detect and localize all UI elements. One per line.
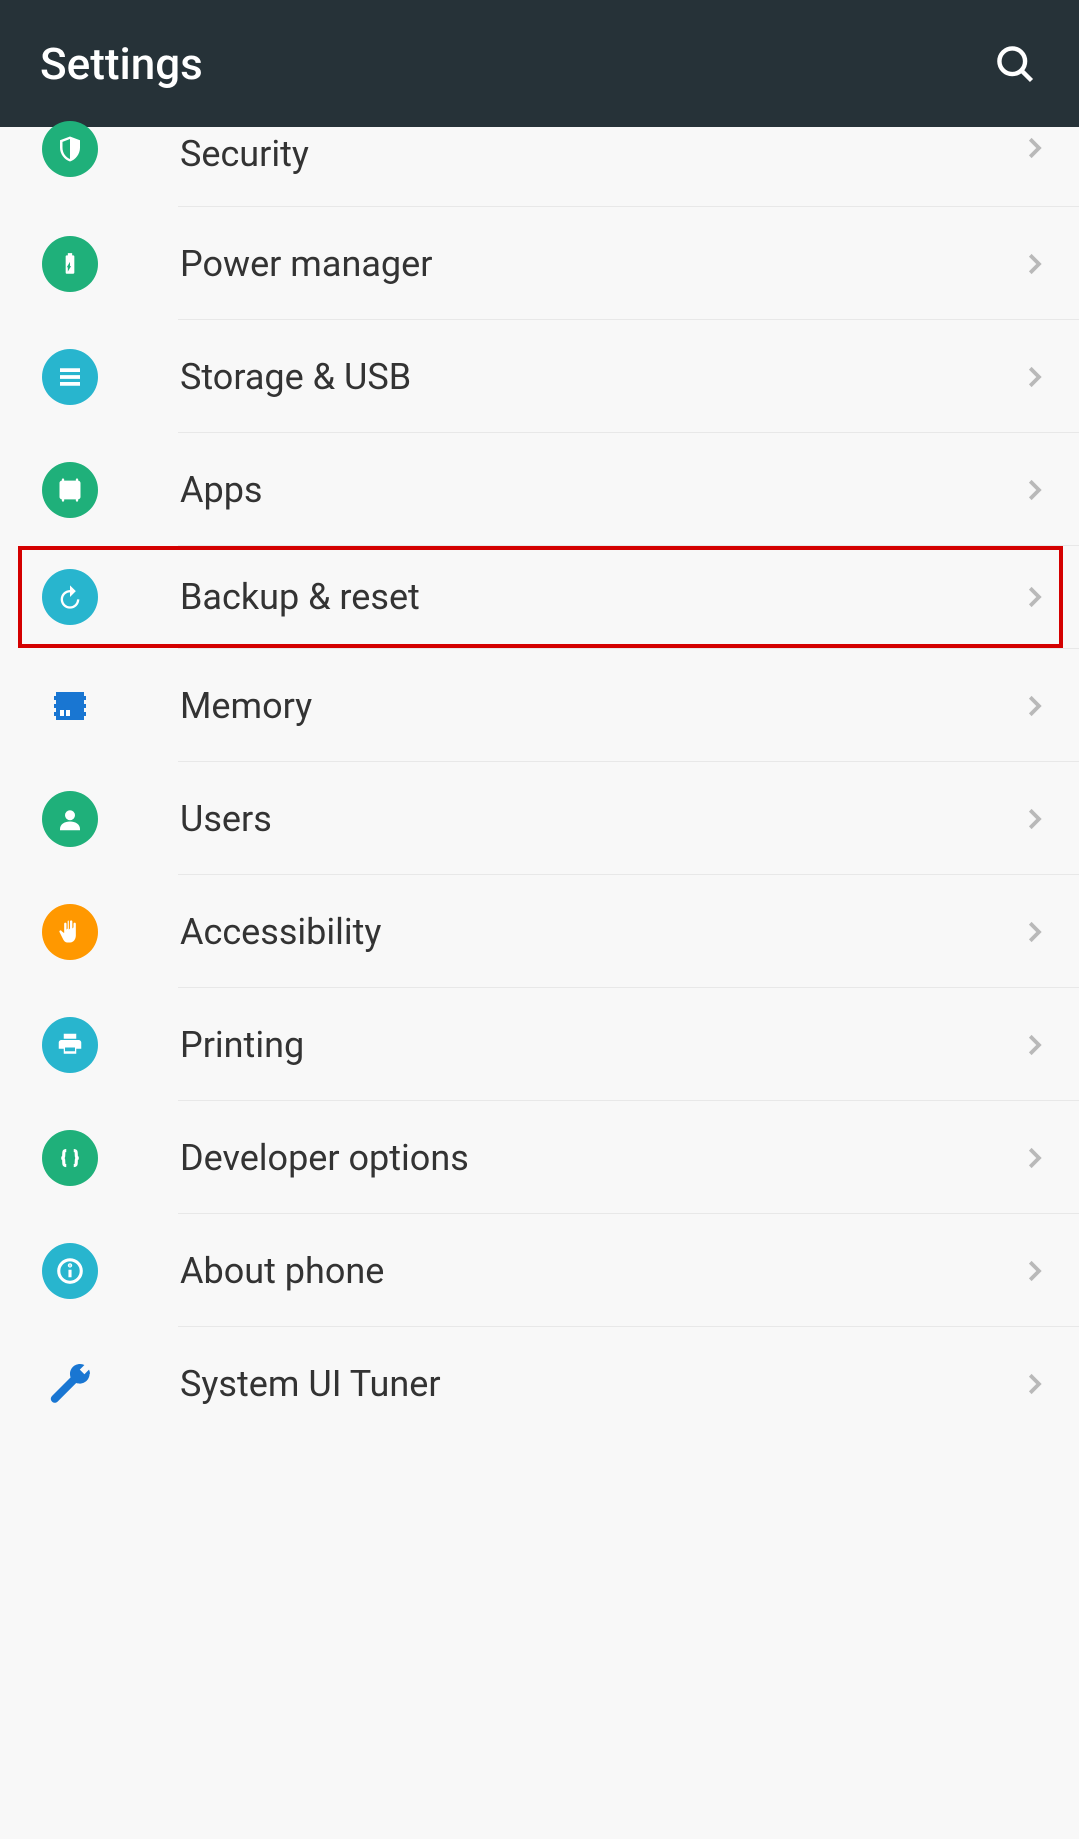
settings-list: Security Power manager Storage & USB App… — [0, 127, 1079, 1440]
item-printing[interactable]: Printing — [0, 988, 1079, 1101]
battery-icon — [42, 236, 98, 292]
chevron-right-icon — [1019, 691, 1049, 721]
chevron-right-icon — [1019, 362, 1049, 392]
user-icon — [42, 791, 98, 847]
item-label: Printing — [180, 1024, 1019, 1066]
item-label: Power manager — [180, 243, 1019, 285]
item-label: Backup & reset — [180, 576, 1019, 618]
chevron-right-icon — [1019, 475, 1049, 505]
search-icon — [993, 42, 1037, 86]
braces-icon — [42, 1130, 98, 1186]
apps-icon — [42, 462, 98, 518]
item-storage-usb[interactable]: Storage & USB — [0, 320, 1079, 433]
item-backup-reset[interactable]: Backup & reset — [18, 546, 1063, 648]
chevron-right-icon — [1019, 804, 1049, 834]
item-apps[interactable]: Apps — [0, 433, 1079, 546]
item-developer-options[interactable]: Developer options — [0, 1101, 1079, 1214]
chevron-right-icon — [1019, 1143, 1049, 1173]
item-security[interactable]: Security — [0, 127, 1079, 207]
page-title: Settings — [40, 38, 203, 90]
hand-icon — [42, 904, 98, 960]
chevron-right-icon — [1019, 249, 1049, 279]
chevron-right-icon — [1019, 1369, 1049, 1399]
item-label: System UI Tuner — [180, 1363, 1019, 1405]
item-label: Developer options — [180, 1137, 1019, 1179]
item-label: Users — [180, 798, 1019, 840]
refresh-icon — [42, 569, 98, 625]
item-power-manager[interactable]: Power manager — [0, 207, 1079, 320]
item-system-ui-tuner[interactable]: System UI Tuner — [0, 1327, 1079, 1440]
memory-icon — [42, 678, 98, 734]
search-button[interactable] — [991, 40, 1039, 88]
item-label: About phone — [180, 1250, 1019, 1292]
chevron-right-icon — [1019, 1030, 1049, 1060]
info-icon — [42, 1243, 98, 1299]
printer-icon — [42, 1017, 98, 1073]
chevron-right-icon — [1019, 582, 1049, 612]
item-label: Security — [180, 133, 1019, 175]
header: Settings — [0, 0, 1079, 127]
chevron-right-icon — [1019, 133, 1049, 163]
wrench-icon — [42, 1356, 98, 1412]
item-accessibility[interactable]: Accessibility — [0, 875, 1079, 988]
storage-icon — [42, 349, 98, 405]
shield-icon — [42, 121, 98, 177]
item-users[interactable]: Users — [0, 762, 1079, 875]
item-label: Memory — [180, 685, 1019, 727]
item-label: Apps — [180, 469, 1019, 511]
item-about-phone[interactable]: About phone — [0, 1214, 1079, 1327]
chevron-right-icon — [1019, 917, 1049, 947]
chevron-right-icon — [1019, 1256, 1049, 1286]
item-label: Accessibility — [180, 911, 1019, 953]
item-label: Storage & USB — [180, 356, 1019, 398]
item-memory[interactable]: Memory — [0, 649, 1079, 762]
